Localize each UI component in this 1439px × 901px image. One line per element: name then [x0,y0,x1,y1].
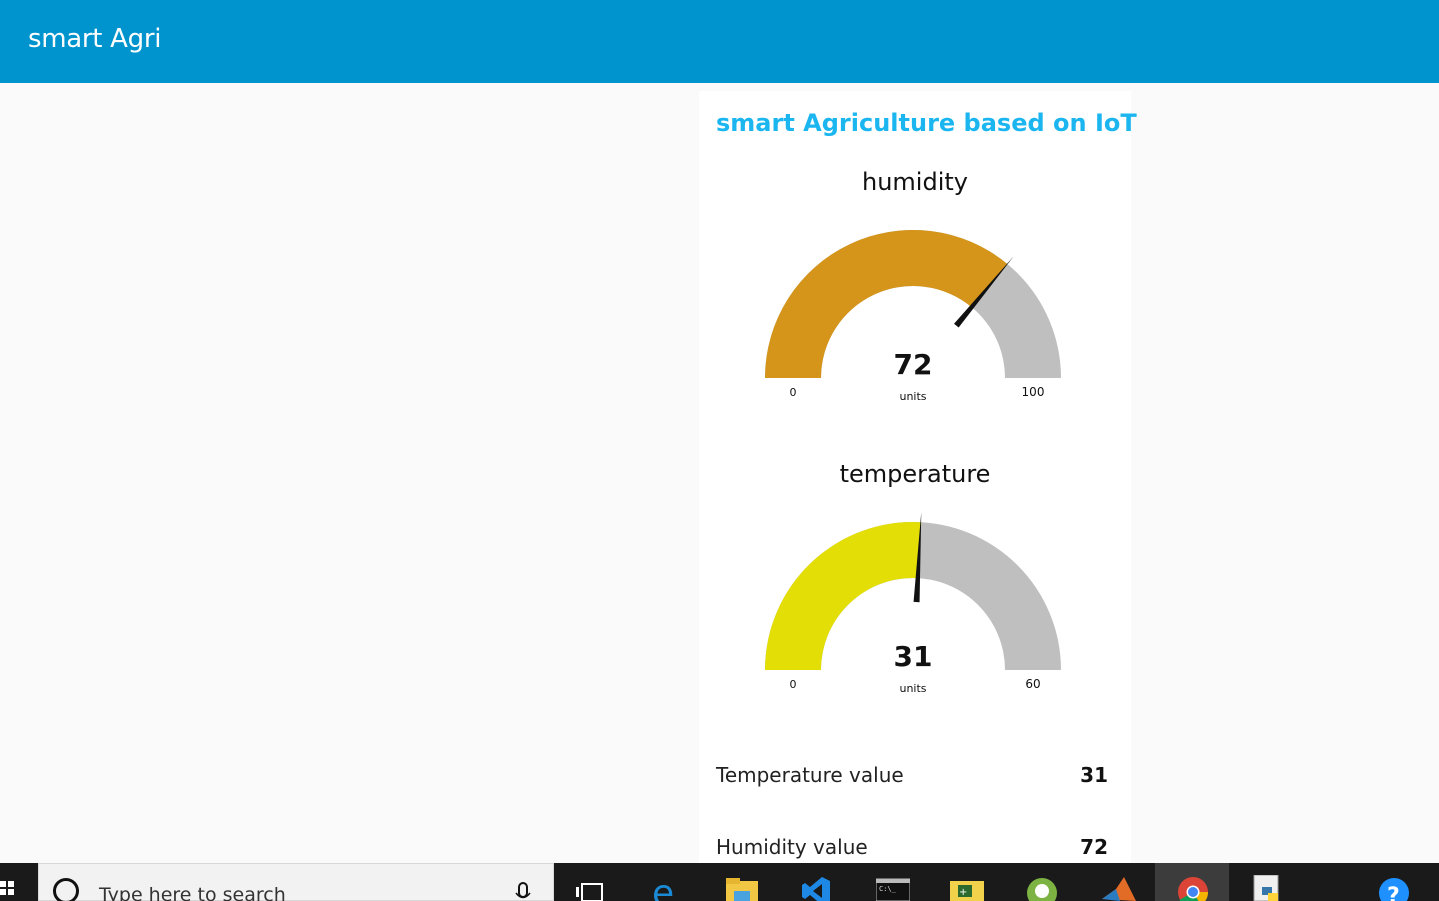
cmd-taskbar-button[interactable]: C:\_ [854,863,928,901]
gauge-title: temperature [839,460,991,488]
labview-icon: + [950,881,984,901]
text-row-label: Humidity value [716,835,868,859]
gauge-min-label: 0 [790,386,797,399]
temperature-value-row: Temperature value 31 [716,763,1108,793]
edge-icon: e [652,875,674,901]
group-title: smart Agriculture based on IoT [716,109,1137,137]
gauge-title: humidity [862,168,968,196]
humidity-gauge-widget: humidity 72 units 0 100 [699,163,1131,413]
text-row-value: 31 [1080,763,1108,787]
vscode-icon [802,877,830,901]
search-placeholder: Type here to search [99,884,286,901]
svg-text:e: e [652,875,674,901]
gauge-value: 31 [894,640,933,673]
svg-text:?: ? [1387,884,1400,901]
vscode-taskbar-button[interactable] [780,863,854,901]
search-icon [53,878,79,901]
windows-icon [0,881,14,895]
python-file-taskbar-button[interactable] [1230,863,1304,901]
android-studio-icon [1027,878,1057,901]
text-row-value: 72 [1080,835,1108,859]
gauge-value: 72 [894,348,933,381]
help-icon: ? [1379,878,1409,901]
windows-taskbar: Type here to search e C:\_ + ? [0,863,1439,901]
start-button[interactable] [0,863,38,901]
svg-text:C:\_: C:\_ [879,885,897,893]
help-taskbar-button[interactable]: ? [1357,863,1431,901]
chrome-icon [1178,877,1209,901]
dashboard-group-card: smart Agriculture based on IoT humidity … [699,91,1137,865]
temperature-gauge: 31 units 0 60 [765,512,1061,695]
task-view-icon [576,883,603,901]
chrome-taskbar-button[interactable] [1155,863,1229,901]
text-row-label: Temperature value [716,763,904,787]
matlab-taskbar-button[interactable] [1080,863,1154,901]
file-explorer-taskbar-button[interactable] [704,863,778,901]
matlab-icon [1102,877,1136,901]
android-studio-taskbar-button[interactable] [1004,863,1078,901]
gauge-max-label: 100 [1022,385,1045,399]
taskbar-search-box[interactable]: Type here to search [38,863,554,901]
temperature-gauge-widget: temperature 31 units 0 60 [699,455,1131,705]
humidity-value-row: Humidity value 72 [716,835,1108,865]
gauge-units: units [899,390,926,403]
svg-text:+: + [959,887,967,898]
gauge-units: units [899,682,926,695]
python-file-icon [1253,875,1279,901]
app-header: smart Agri [0,0,1439,83]
labview-taskbar-button[interactable]: + [928,863,1002,901]
app-title: smart Agri [28,24,162,54]
cmd-icon: C:\_ [876,878,910,901]
task-view-button[interactable] [554,863,628,901]
gauge-fill [765,230,1008,378]
microphone-icon[interactable] [515,882,531,901]
file-explorer-icon [726,878,758,901]
gauge-max-label: 60 [1025,677,1040,691]
edge-taskbar-button[interactable]: e [630,863,704,901]
humidity-gauge: 72 units 0 100 [765,230,1061,403]
gauge-min-label: 0 [790,678,797,691]
